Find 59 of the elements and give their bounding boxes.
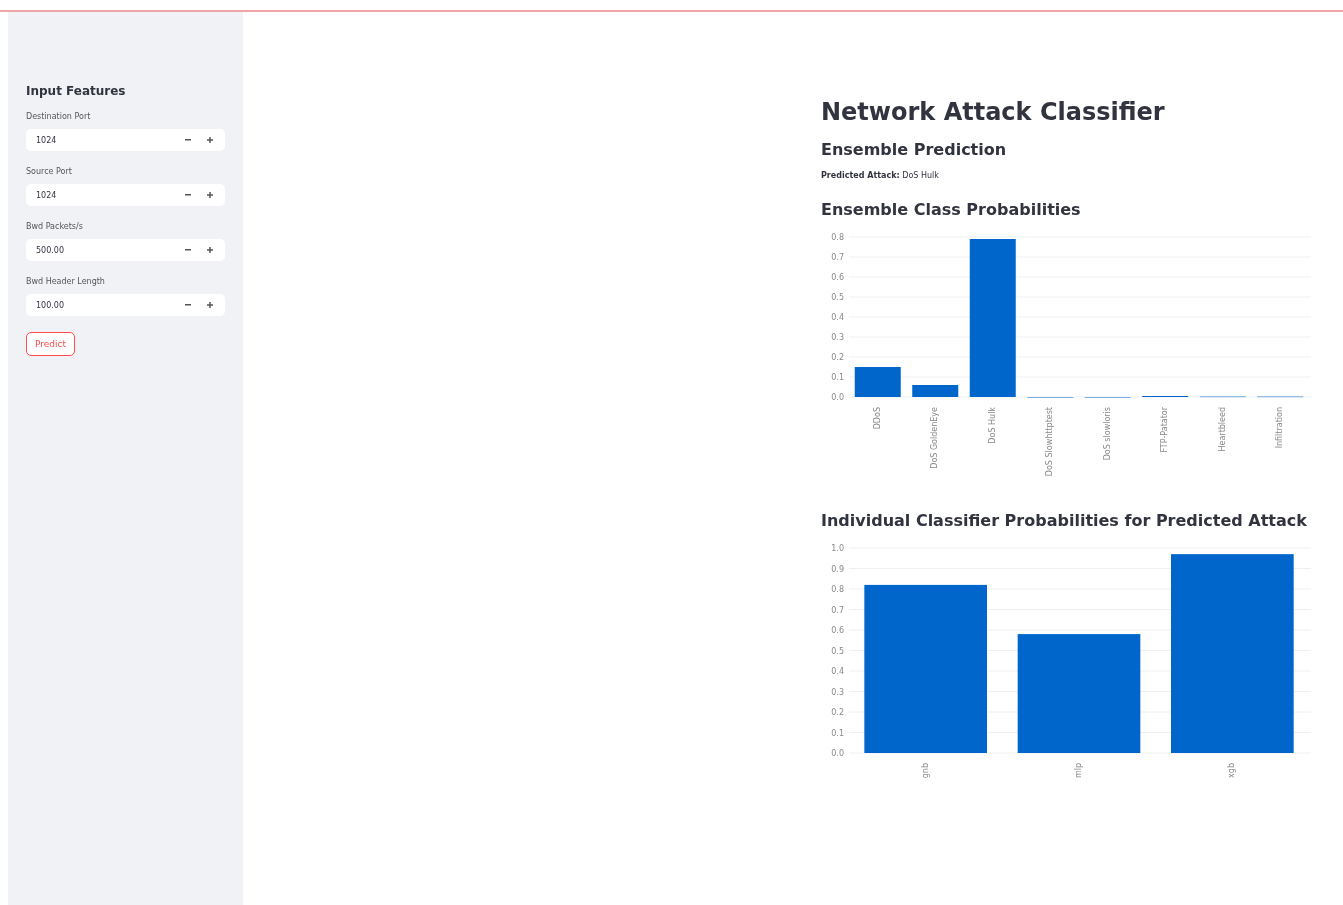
- prediction-text: Predicted Attack: DoS Hulk: [821, 171, 940, 180]
- number-input[interactable]: 100.00: [26, 294, 225, 316]
- axis-tick-label: 0.8: [831, 585, 844, 594]
- axis-tick-label: 0.2: [831, 708, 844, 717]
- sidebar-title: Input Features: [26, 84, 127, 98]
- axis-category-label: DoS Slowhttptest: [1045, 407, 1055, 477]
- axis-category-label: DoS GoldenEye: [930, 407, 940, 469]
- minus-icon: [185, 194, 191, 196]
- section-heading: Ensemble Class Probabilities: [821, 200, 1082, 219]
- bar: [912, 385, 959, 397]
- axis-category-label: DDoS: [872, 407, 882, 430]
- number-input[interactable]: 500.00: [26, 239, 225, 261]
- plus-icon: [207, 137, 213, 143]
- field-label: Destination Port: [26, 112, 92, 121]
- section-heading: Individual Classifier Probabilities for Predicted Attack: [821, 511, 1308, 530]
- axis-category-label: mlp: [1074, 763, 1083, 779]
- axis-category-label: Heartbleed: [1217, 407, 1227, 452]
- number-value[interactable]: 1024: [34, 189, 177, 201]
- plus-icon: [207, 302, 213, 308]
- axis-tick-label: 0.1: [831, 373, 844, 382]
- axis-tick-label: 0.7: [831, 605, 844, 615]
- axis-category-label: gnb: [920, 763, 930, 779]
- axis-tick-label: 0.9: [831, 564, 844, 574]
- number-input[interactable]: 1024: [26, 129, 225, 151]
- number-input[interactable]: 1024: [26, 184, 225, 206]
- axis-tick-label: 1.0: [831, 544, 844, 553]
- bar: [854, 367, 901, 397]
- number-value[interactable]: 100.00: [34, 299, 177, 311]
- number-value[interactable]: 500.00: [34, 244, 177, 256]
- axis-tick-label: 0.2: [831, 353, 844, 362]
- number-value[interactable]: 1024: [34, 134, 177, 146]
- axis-category-label: Infiltration: [1275, 407, 1285, 449]
- axis-tick-label: 0.8: [831, 233, 844, 242]
- plus-icon: [207, 247, 213, 253]
- section-heading: Ensemble Prediction: [821, 140, 1008, 159]
- minus-icon: [185, 139, 191, 141]
- axis-tick-label: 0.4: [831, 667, 844, 676]
- axis-tick-label: 0.3: [831, 333, 844, 342]
- axis-tick-label: 0.4: [831, 313, 844, 322]
- axis-tick-label: 0.5: [831, 293, 844, 302]
- page-title: Network Attack Classifier: [821, 98, 1166, 126]
- axis-tick-label: 0.0: [831, 393, 844, 402]
- axis-tick-label: 0.7: [831, 253, 844, 262]
- axis-category-label: xgb: [1227, 763, 1237, 778]
- field-label: Source Port: [26, 167, 73, 176]
- axis-tick-label: 0.1: [831, 728, 844, 738]
- field-label: Bwd Packets/s: [26, 222, 84, 231]
- axis-category-label: DoS Hulk: [987, 407, 997, 444]
- plus-icon: [207, 192, 213, 198]
- axis-tick-label: 0.0: [831, 749, 844, 758]
- minus-icon: [185, 249, 191, 251]
- axis-category-label: DoS slowloris: [1102, 407, 1112, 461]
- axis-tick-label: 0.5: [831, 646, 844, 656]
- minus-icon: [185, 304, 191, 306]
- field-label: Bwd Header Length: [26, 277, 106, 286]
- axis-tick-label: 0.3: [831, 687, 844, 697]
- axis-tick-label: 0.6: [831, 273, 844, 282]
- axis-tick-label: 0.6: [831, 626, 844, 635]
- axis-category-label: FTP-Patator: [1160, 407, 1170, 453]
